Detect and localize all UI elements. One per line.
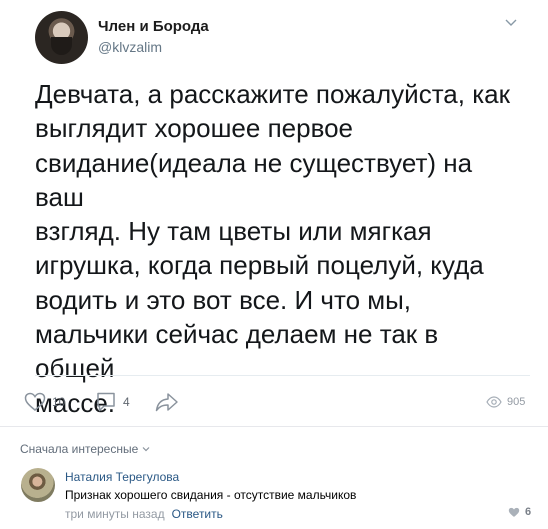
author-avatar[interactable] — [35, 11, 88, 64]
views-count: 905 — [507, 396, 526, 408]
comment-like-count: 6 — [525, 506, 532, 518]
comment-item: Наталия Терегулова Признак хорошего свид… — [21, 466, 541, 526]
comment-author[interactable]: Наталия Терегулова — [65, 470, 179, 484]
comment-text: Признак хорошего свидания - отсутствие м… — [65, 488, 357, 502]
comment-meta: три минуты назад Ответить — [65, 507, 223, 521]
divider — [0, 426, 548, 427]
chevron-down-icon[interactable] — [503, 14, 519, 30]
like-count: 10 — [52, 395, 66, 409]
views-counter: 905 — [486, 391, 525, 413]
comment-count: 4 — [123, 395, 130, 409]
comment-avatar[interactable] — [21, 468, 55, 502]
comment-like-button[interactable]: 6 — [508, 506, 531, 518]
like-button[interactable]: 10 — [24, 391, 65, 413]
share-button[interactable] — [155, 391, 179, 413]
comments-sort-dropdown[interactable]: Сначала интересные — [20, 442, 150, 456]
sort-label: Сначала интересные — [20, 442, 139, 456]
share-icon — [155, 393, 178, 412]
heart-icon — [508, 507, 520, 517]
reply-link[interactable]: Ответить — [172, 507, 223, 521]
eye-icon — [486, 396, 502, 408]
divider — [35, 375, 530, 376]
comment-button[interactable]: 4 — [95, 391, 130, 413]
heart-icon — [24, 392, 46, 411]
post-actions: 10 4 905 — [0, 385, 548, 419]
tweet-text: Девчата, а расскажите пожалуйста, как вы… — [35, 79, 510, 418]
comment-icon — [97, 392, 115, 412]
chevron-down-icon — [142, 447, 150, 452]
author-name[interactable]: Член и Борода — [98, 18, 209, 35]
author-handle[interactable]: @klvzalim — [98, 39, 162, 55]
comment-time[interactable]: три минуты назад — [65, 507, 165, 521]
tweet-header: Член и Борода @klvzalim — [35, 11, 525, 69]
